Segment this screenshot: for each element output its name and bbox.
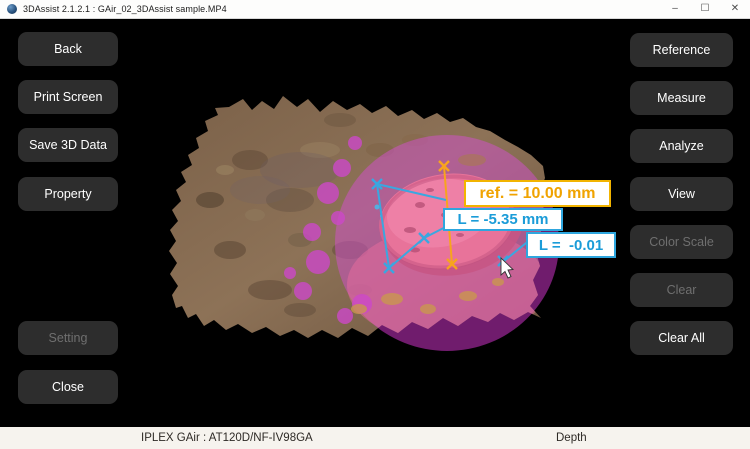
- app-window: 3DAssist 2.1.2.1 : GAir_02_3DAssist samp…: [0, 0, 750, 449]
- reference-button[interactable]: Reference: [630, 33, 733, 67]
- clear-button: Clear: [630, 273, 733, 307]
- mode-label: Depth: [556, 432, 587, 444]
- save-3d-data-button[interactable]: Save 3D Data: [18, 128, 118, 162]
- close-icon[interactable]: ✕: [720, 0, 750, 18]
- back-button[interactable]: Back: [18, 32, 118, 66]
- minimize-icon[interactable]: –: [660, 0, 690, 18]
- print-screen-button[interactable]: Print Screen: [18, 80, 118, 114]
- measure-button[interactable]: Measure: [630, 81, 733, 115]
- clear-all-button[interactable]: Clear All: [630, 321, 733, 355]
- reference-value-label: ref. = 10.00 mm: [464, 180, 611, 207]
- analyze-button[interactable]: Analyze: [630, 129, 733, 163]
- window-controls: – ☐ ✕: [660, 0, 750, 18]
- app-sphere-icon: [7, 4, 17, 14]
- close-button[interactable]: Close: [18, 370, 118, 404]
- property-button[interactable]: Property: [18, 177, 118, 211]
- title-bar: 3DAssist 2.1.2.1 : GAir_02_3DAssist samp…: [0, 0, 750, 19]
- maximize-icon[interactable]: ☐: [690, 0, 720, 18]
- depth-value-label-1: L = -5.35 mm: [443, 208, 563, 231]
- device-info: IPLEX GAir : AT120D/NF-IV98GA: [141, 432, 313, 444]
- window-title: 3DAssist 2.1.2.1 : GAir_02_3DAssist samp…: [23, 4, 227, 14]
- color-scale-button: Color Scale: [630, 225, 733, 259]
- depth-value-label-2: L = -0.01: [526, 232, 616, 258]
- status-bar: IPLEX GAir : AT120D/NF-IV98GA Depth: [0, 427, 750, 449]
- setting-button: Setting: [18, 321, 118, 355]
- view-button[interactable]: View: [630, 177, 733, 211]
